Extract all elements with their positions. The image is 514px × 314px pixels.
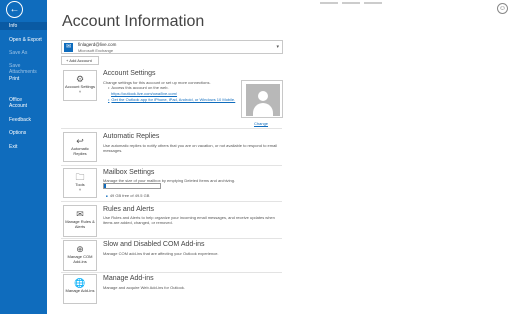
divider (61, 201, 282, 202)
tools-icon: 🗀 (75, 172, 85, 182)
manage-addins-title: Manage Add-ins (103, 275, 154, 282)
divider (61, 165, 282, 166)
sidebar-item-open-export[interactable]: Open & Export (0, 37, 47, 43)
chevron-down-icon: ˅ (78, 186, 82, 192)
divider (61, 238, 282, 239)
automatic-replies-button[interactable]: ↩ Automatic Replies (63, 132, 97, 162)
change-photo-link[interactable]: Change (254, 121, 268, 126)
rules-alerts-title: Rules and Alerts (103, 206, 154, 213)
automatic-replies-title: Automatic Replies (103, 133, 160, 140)
tools-button[interactable]: 🗀 Tools ˅ (63, 168, 97, 198)
exchange-icon: ✉ (64, 43, 73, 52)
manage-rules-button[interactable]: ✉ Manage Rules & Alerts (63, 205, 97, 237)
feedback-smiley-icon[interactable]: ☺ (497, 3, 508, 14)
automatic-replies-tile-label: Automatic Replies (71, 146, 89, 156)
manage-addins-tile-label: Manage Add-ins (65, 288, 95, 293)
avatar-placeholder-icon (246, 84, 280, 116)
settings-people-icon: ⚙ (75, 74, 85, 84)
divider (61, 272, 282, 273)
automatic-replies-icon: ↩ (76, 136, 84, 146)
sidebar-item-exit[interactable]: Exit (0, 144, 47, 150)
profile-picture (241, 80, 283, 118)
page-title: Account Information (62, 13, 205, 30)
back-arrow-icon[interactable]: ← (6, 1, 23, 18)
account-email: finlagerd@live.com (78, 42, 117, 47)
mailbox-settings-title: Mailbox Settings (103, 169, 155, 176)
globe-icon: 🌐 (74, 278, 86, 288)
manage-com-tile-label: Manage COM Add-ins (67, 254, 93, 264)
chevron-down-icon: ▾ (276, 44, 279, 50)
mailbox-usage-label: 49 GB free of 49.5 GB (106, 193, 150, 198)
sidebar-item-print[interactable]: Print (0, 76, 47, 82)
account-type: Microsoft Exchange (78, 48, 114, 53)
mailbox-usage-bar (103, 183, 161, 189)
title-bar-strip (320, 0, 400, 4)
manage-addins-button[interactable]: 🌐 Manage Add-ins (63, 274, 97, 304)
sidebar-item-options[interactable]: Options (0, 130, 47, 136)
owa-link[interactable]: https://outlook.live.com/owa/live.com/ (111, 91, 177, 96)
sidebar-item-feedback[interactable]: Feedback (0, 117, 47, 123)
com-addins-icon: ⊕ (76, 244, 84, 254)
com-addins-title: Slow and Disabled COM Add-ins (103, 241, 205, 248)
manage-com-addins-button[interactable]: ⊕ Manage COM Add-ins (63, 240, 97, 271)
sidebar-item-office-account[interactable]: Office Account (0, 97, 30, 109)
account-selector[interactable]: ✉ finlagerd@live.com Microsoft Exchange … (61, 40, 283, 54)
manage-addins-desc: Manage and acquire Web Add-ins for Outlo… (103, 285, 185, 290)
rules-alerts-icon: ✉ (76, 209, 84, 219)
add-account-button[interactable]: + Add Account (61, 56, 99, 65)
automatic-replies-desc: Use automatic replies to notify others t… (103, 143, 278, 153)
sidebar-item-save-as[interactable]: Save As (0, 50, 47, 56)
outlook-app-link[interactable]: Get the Outlook app for iPhone, iPad, An… (108, 97, 235, 102)
account-settings-tile-label: Account Settings ˅ (64, 84, 96, 94)
rules-alerts-desc: Use Rules and Alerts to help organize yo… (103, 215, 275, 225)
mailbox-usage-fill (104, 184, 106, 188)
divider (61, 128, 282, 129)
account-settings-button[interactable]: ⚙ Account Settings ˅ (63, 70, 97, 101)
sidebar-item-info[interactable]: Info (0, 22, 47, 30)
com-addins-desc: Manage COM add-ins that are affecting yo… (103, 251, 219, 256)
manage-rules-tile-label: Manage Rules & Alerts (65, 219, 95, 229)
sidebar-item-save-attachments[interactable]: Save Attachments (0, 63, 47, 75)
account-settings-title: Account Settings (103, 70, 156, 77)
backstage-sidebar: ← Info Open & Export Save As Save Attach… (0, 0, 47, 314)
